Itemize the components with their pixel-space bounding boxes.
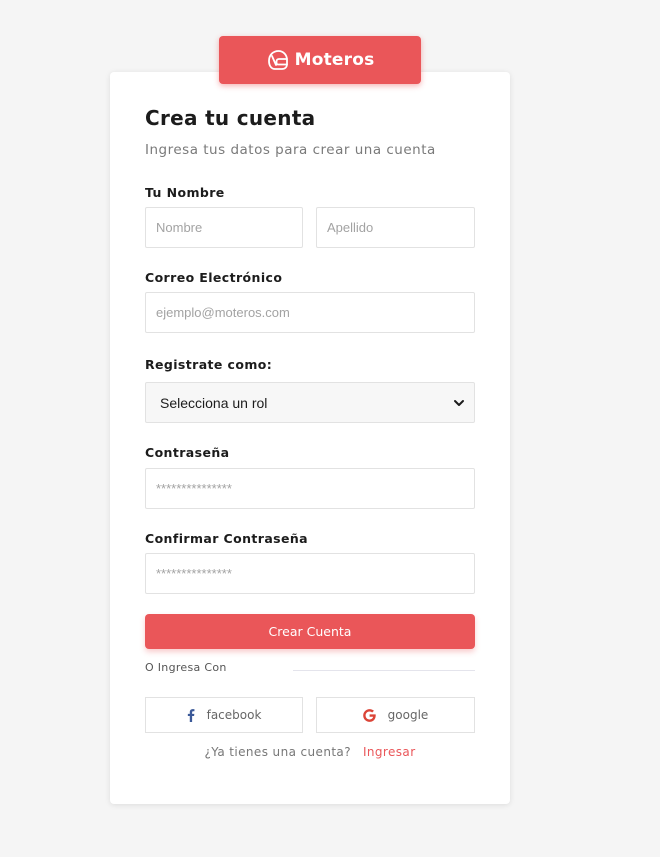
google-label: google — [387, 708, 429, 722]
signup-card — [110, 72, 510, 804]
google-icon — [362, 708, 376, 722]
login-link[interactable]: Ingresar — [363, 745, 416, 759]
role-label: Registrate como: — [145, 357, 273, 372]
brand-logo: Moteros — [219, 36, 421, 84]
login-prompt: ¿Ya tienes una cuenta? Ingresar — [110, 745, 510, 759]
password-input[interactable] — [145, 468, 475, 509]
brand-name: Moteros — [294, 50, 375, 70]
name-label: Tu Nombre — [145, 185, 225, 200]
facebook-label: facebook — [206, 708, 262, 722]
divider-line — [293, 670, 475, 671]
role-select-value: Selecciona un rol — [160, 394, 268, 411]
create-account-button[interactable]: Crear Cuenta — [145, 614, 475, 649]
google-button[interactable]: google — [316, 697, 475, 733]
facebook-icon — [187, 708, 195, 722]
last-name-input[interactable] — [316, 207, 475, 248]
page-title: Crea tu cuenta — [145, 106, 316, 130]
login-prompt-text: ¿Ya tienes una cuenta? — [204, 745, 351, 759]
confirm-password-input[interactable] — [145, 553, 475, 594]
helmet-icon — [266, 48, 290, 72]
email-input[interactable] — [145, 292, 475, 333]
facebook-button[interactable]: facebook — [145, 697, 303, 733]
confirm-password-label: Confirmar Contraseña — [145, 531, 309, 546]
role-select[interactable]: Selecciona un rol — [145, 382, 475, 423]
chevron-down-icon — [453, 397, 465, 409]
first-name-input[interactable] — [145, 207, 303, 248]
email-label: Correo Electrónico — [145, 270, 283, 285]
page-subtitle: Ingresa tus datos para crear una cuenta — [145, 142, 436, 158]
divider-text: O Ingresa Con — [145, 661, 227, 674]
password-label: Contraseña — [145, 445, 230, 460]
page: Moteros Crea tu cuenta Ingresa tus datos… — [0, 0, 660, 857]
